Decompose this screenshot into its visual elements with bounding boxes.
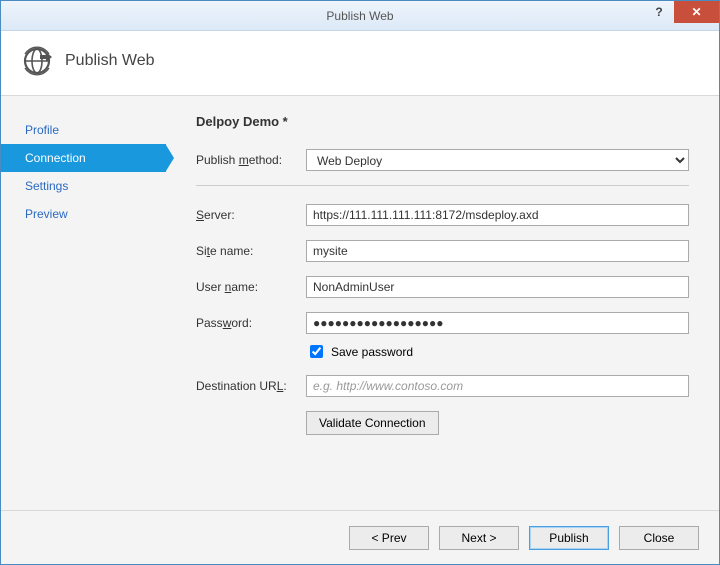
globe-arrow-icon: [21, 45, 53, 77]
section-divider: [196, 185, 689, 186]
publish-web-dialog: Publish Web ? ✕ Publish Web Profile Conn…: [0, 0, 720, 565]
next-button[interactable]: Next >: [439, 526, 519, 550]
publish-method-label: Publish method:: [196, 153, 306, 167]
close-button[interactable]: Close: [619, 526, 699, 550]
save-password-checkbox[interactable]: [310, 345, 323, 358]
user-name-label: User name:: [196, 280, 306, 294]
sidebar-item-settings[interactable]: Settings: [1, 172, 166, 200]
titlebar: Publish Web ? ✕: [1, 1, 719, 31]
wizard-sidebar: Profile Connection Settings Preview: [1, 106, 166, 510]
close-window-button[interactable]: ✕: [674, 1, 719, 23]
help-button[interactable]: ?: [644, 1, 674, 23]
server-input[interactable]: [306, 204, 689, 226]
dialog-title: Publish Web: [65, 52, 155, 70]
dialog-body: Profile Connection Settings Preview Delp…: [1, 96, 719, 510]
site-name-label: Site name:: [196, 244, 306, 258]
sidebar-item-preview[interactable]: Preview: [1, 200, 166, 228]
main-panel: Delpoy Demo * Publish method: Web Deploy…: [166, 106, 719, 510]
publish-method-select[interactable]: Web Deploy: [306, 149, 689, 171]
profile-heading: Delpoy Demo *: [196, 114, 689, 129]
password-input[interactable]: [306, 312, 689, 334]
validate-connection-button[interactable]: Validate Connection: [306, 411, 439, 435]
password-label: Password:: [196, 316, 306, 330]
dialog-header: Publish Web: [1, 31, 719, 96]
titlebar-buttons: ? ✕: [644, 1, 719, 23]
destination-url-input[interactable]: [306, 375, 689, 397]
window-title: Publish Web: [1, 9, 719, 23]
destination-url-label: Destination URL:: [196, 379, 306, 393]
server-label: Server:: [196, 208, 306, 222]
sidebar-item-connection[interactable]: Connection: [1, 144, 166, 172]
sidebar-item-profile[interactable]: Profile: [1, 116, 166, 144]
publish-button[interactable]: Publish: [529, 526, 609, 550]
dialog-footer: < Prev Next > Publish Close: [1, 510, 719, 564]
site-name-input[interactable]: [306, 240, 689, 262]
user-name-input[interactable]: [306, 276, 689, 298]
prev-button[interactable]: < Prev: [349, 526, 429, 550]
save-password-label[interactable]: Save password: [331, 345, 413, 359]
